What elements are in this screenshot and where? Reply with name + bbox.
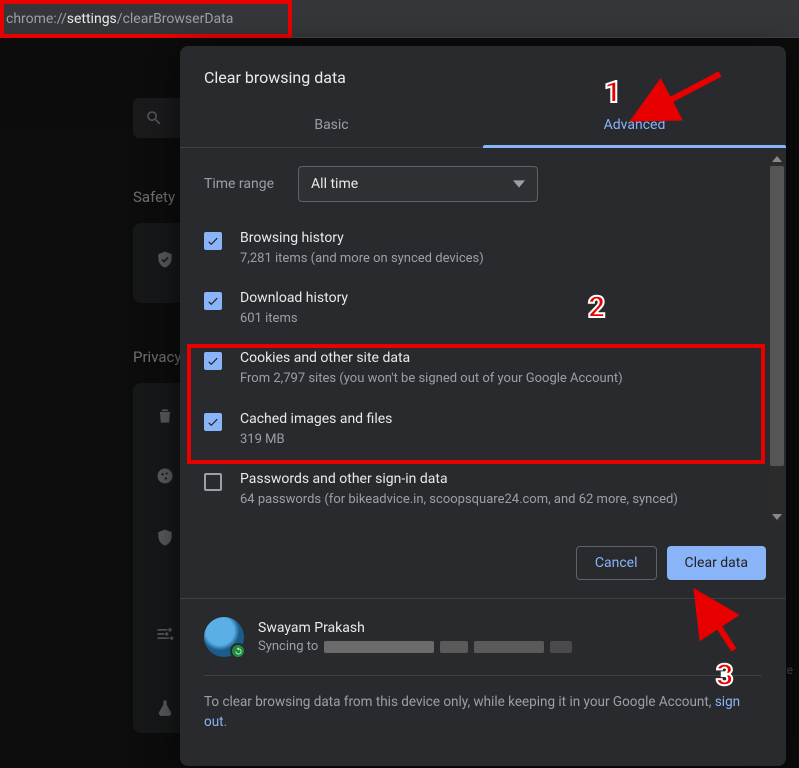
redacted-text [550,641,572,653]
checkbox-browsing-history[interactable] [204,232,222,250]
account-sync-line: Syncing to [258,639,572,654]
check-icon [206,354,220,368]
divider [204,675,762,676]
item-title: Cookies and other site data [240,350,623,366]
checkbox-passwords[interactable] [204,473,222,491]
avatar [204,617,244,657]
time-range-row: Time range All time [204,166,762,202]
check-icon [206,294,220,308]
checkbox-cookies[interactable] [204,352,222,370]
checkbox-cached[interactable] [204,413,222,431]
row-cookies[interactable]: Cookies and other site data From 2,797 s… [204,342,762,402]
check-icon [206,415,220,429]
row-passwords[interactable]: Passwords and other sign-in data 64 pass… [204,463,762,523]
item-title: Cached images and files [240,411,392,427]
item-subtitle: 601 items [240,310,348,328]
redacted-text [324,641,434,653]
check-icon [206,234,220,248]
dialog-footer: Cancel Clear data [180,528,786,598]
url-text: chrome://settings/clearBrowserData [0,11,233,27]
scrollbar-down[interactable] [770,510,784,524]
time-range-select[interactable]: All time [298,166,538,202]
checkbox-download-history[interactable] [204,292,222,310]
account-note: To clear browsing data from this device … [204,692,762,733]
row-browsing-history[interactable]: Browsing history 7,281 items (and more o… [204,222,762,282]
chevron-down-icon [513,178,525,190]
row-cached[interactable]: Cached images and files 319 MB [204,403,762,463]
item-subtitle: From 2,797 sites (you won't be signed ou… [240,370,623,388]
item-title: Browsing history [240,230,484,246]
scrollbar-thumb[interactable] [770,166,784,466]
row-download-history[interactable]: Download history 601 items [204,282,762,342]
item-subtitle: 319 MB [240,431,392,449]
redacted-text [474,641,544,653]
item-title: Passwords and other sign-in data [240,471,678,487]
sync-badge-icon [230,643,246,659]
dialog-tabs: Basic Advanced [180,105,786,148]
item-title: Download history [240,290,348,306]
scrollbar-up[interactable] [770,152,784,166]
item-subtitle: 7,281 items (and more on synced devices) [240,250,484,268]
tab-basic[interactable]: Basic [180,105,483,147]
address-bar[interactable]: chrome://settings/clearBrowserData [0,0,799,38]
cancel-button[interactable]: Cancel [576,546,657,580]
item-subtitle: 64 passwords (for bikeadvice.in, scoopsq… [240,491,678,509]
time-range-label: Time range [204,176,274,192]
dialog-title: Clear browsing data [180,46,786,105]
redacted-text [440,641,468,653]
clear-data-button[interactable]: Clear data [667,546,766,580]
dialog-scroll-area: Time range All time Browsing history 7,2… [180,148,786,528]
account-section: Swayam Prakash Syncing to To clear brows… [180,599,786,751]
time-range-value: All time [311,176,358,192]
clear-browsing-data-dialog: Clear browsing data Basic Advanced Time … [180,46,786,766]
tab-advanced[interactable]: Advanced [483,105,786,147]
account-name: Swayam Prakash [258,620,572,636]
